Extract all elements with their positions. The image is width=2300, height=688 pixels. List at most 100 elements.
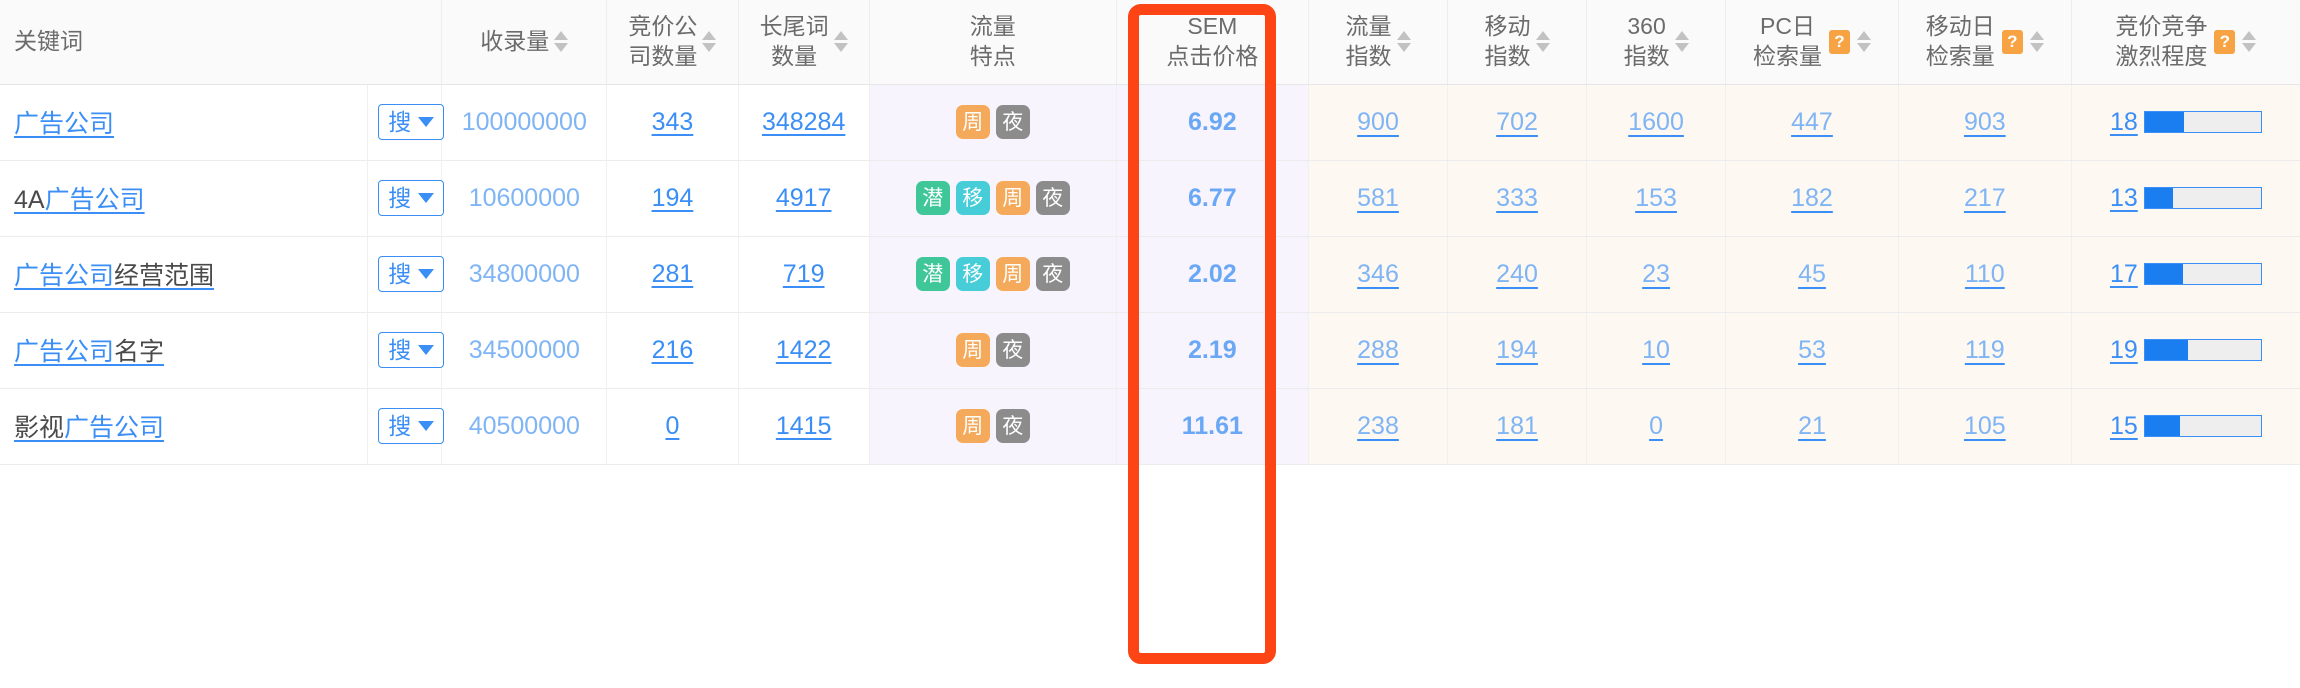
traffic-tag[interactable]: 周 [995,181,1030,215]
bid-companies-link[interactable]: 0 [665,412,679,440]
mobile-index-link[interactable]: 181 [1496,412,1538,440]
sort-arrows-icon[interactable] [702,31,717,53]
bid-companies-link[interactable]: 343 [652,108,694,136]
index-360-cell: 1600 [1586,84,1727,161]
column-header-mobile_index[interactable]: 移动 指数 [1447,0,1588,85]
traffic-index-link[interactable]: 238 [1357,412,1399,440]
longtail-count-link[interactable]: 4917 [776,184,832,212]
column-header-traffic_index[interactable]: 流量 指数 [1308,0,1449,85]
traffic-tag[interactable]: 潜 [915,181,950,215]
sort-arrows-icon[interactable] [1396,31,1411,53]
traffic-tag[interactable]: 周 [955,333,990,367]
sort-arrows-icon[interactable] [2029,31,2044,53]
longtail-count-link[interactable]: 1415 [776,412,832,440]
pc-daily-cell: 45 [1725,236,1899,313]
mobile-daily-link[interactable]: 903 [1964,108,2006,136]
column-header-competition[interactable]: 竞价竞争 激烈程度? [2071,0,2300,85]
longtail-count-link[interactable]: 1422 [776,336,832,364]
keyword-link[interactable]: 4A广告公司 [14,186,145,214]
traffic-tag[interactable]: 夜 [995,333,1030,367]
traffic-tag[interactable]: 夜 [995,409,1030,443]
competition-meter: 13 [2110,184,2262,213]
mobile-index-link[interactable]: 240 [1496,260,1538,288]
mobile-index-link[interactable]: 194 [1496,336,1538,364]
column-header-label: 长尾词 数量 [760,12,829,71]
help-question-icon[interactable]: ? [2001,29,2023,54]
mobile-daily-cell: 110 [1898,236,2072,313]
mobile-index-link[interactable]: 702 [1496,108,1538,136]
mobile-index-link[interactable]: 333 [1496,184,1538,212]
competition-cell: 17 [2071,236,2300,313]
competition-value[interactable]: 19 [2110,336,2138,365]
help-question-icon[interactable]: ? [2214,29,2236,54]
competition-value[interactable]: 18 [2110,108,2138,137]
help-question-icon[interactable]: ? [1828,29,1850,54]
competition-value[interactable]: 13 [2110,184,2138,213]
pc-daily-link[interactable]: 45 [1798,260,1826,288]
traffic-index-link[interactable]: 288 [1357,336,1399,364]
traffic-tag[interactable]: 夜 [1035,181,1070,215]
header-inner: 竞价竞争 激烈程度? [2115,12,2257,71]
mobile-daily-link[interactable]: 217 [1964,184,2006,212]
pc-daily-link[interactable]: 53 [1798,336,1826,364]
keyword-link[interactable]: 广告公司经营范围 [14,262,214,290]
bid-companies-link[interactable]: 281 [652,260,694,288]
index-360-link[interactable]: 23 [1642,260,1670,288]
search-dropdown-button[interactable]: 搜 [378,179,445,217]
pc-daily-link[interactable]: 447 [1791,108,1833,136]
sort-arrows-icon[interactable] [1856,31,1871,53]
traffic-tag[interactable]: 移 [955,181,990,215]
traffic-tag[interactable]: 夜 [1035,257,1070,291]
column-header-mobile_daily[interactable]: 移动日 检索量? [1898,0,2072,85]
column-header-bid_companies[interactable]: 竞价公 司数量 [606,0,739,85]
index-360-link[interactable]: 0 [1649,412,1663,440]
pc-daily-link[interactable]: 21 [1798,412,1826,440]
bid-companies-link[interactable]: 194 [652,184,694,212]
search-dropdown-button[interactable]: 搜 [378,407,445,445]
search-dropdown-button[interactable]: 搜 [378,255,445,293]
index-360-link[interactable]: 1600 [1628,108,1684,136]
traffic-tag[interactable]: 潜 [915,257,950,291]
header-inner: 收录量 [480,27,569,56]
longtail-count-link[interactable]: 719 [783,260,825,288]
index-360-link[interactable]: 153 [1635,184,1677,212]
column-header-index_360[interactable]: 360 指数 [1586,0,1727,85]
sort-arrows-icon[interactable] [1535,31,1550,53]
traffic-tag[interactable]: 周 [995,257,1030,291]
longtail-count-link[interactable]: 348284 [762,108,845,136]
column-header-index_count[interactable]: 收录量 [441,0,608,85]
competition-value[interactable]: 15 [2110,412,2138,441]
traffic-tag[interactable]: 夜 [995,105,1030,139]
sort-arrows-icon[interactable] [2242,31,2257,53]
traffic-index-link[interactable]: 346 [1357,260,1399,288]
traffic-tag[interactable]: 移 [955,257,990,291]
header-label-line: SEM [1187,13,1238,40]
traffic-tag[interactable]: 周 [955,105,990,139]
traffic-index-link[interactable]: 900 [1357,108,1399,136]
sort-arrows-icon[interactable] [554,31,569,53]
pc-daily-link[interactable]: 182 [1791,184,1833,212]
column-header-longtail_count[interactable]: 长尾词 数量 [738,0,870,85]
index-360-link[interactable]: 10 [1642,336,1670,364]
keyword-link[interactable]: 广告公司名字 [14,338,164,366]
bid-companies-link[interactable]: 216 [652,336,694,364]
column-header-pc_daily[interactable]: PC日 检索量? [1725,0,1899,85]
chevron-down-icon [418,269,435,279]
column-header-label: 流量 指数 [1346,12,1392,71]
index-count-value: 34800000 [468,259,580,288]
search-dropdown-button[interactable]: 搜 [378,331,445,369]
sort-arrows-icon[interactable] [833,31,848,53]
traffic-tag[interactable]: 周 [955,409,990,443]
mobile-daily-link[interactable]: 105 [1964,412,2006,440]
mobile-daily-link[interactable]: 119 [1965,336,2005,364]
mobile-daily-link[interactable]: 110 [1965,260,2005,288]
sort-arrows-icon[interactable] [1674,31,1689,53]
competition-value[interactable]: 17 [2110,260,2138,289]
index-360-cell: 10 [1586,312,1727,389]
search-action-cell: 搜 [367,160,445,237]
keyword-link[interactable]: 影视广告公司 [14,414,164,442]
search-dropdown-button[interactable]: 搜 [378,103,445,141]
traffic-index-link[interactable]: 581 [1357,184,1399,212]
keyword-link[interactable]: 广告公司 [14,110,114,138]
keyword-text-part: 影视 [14,414,65,442]
